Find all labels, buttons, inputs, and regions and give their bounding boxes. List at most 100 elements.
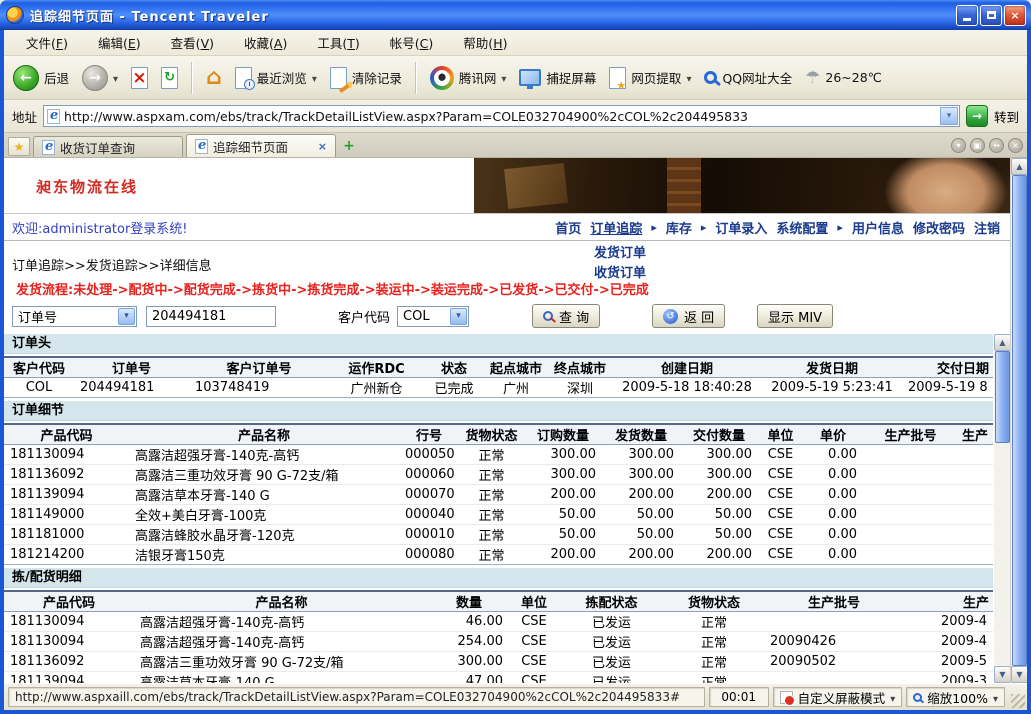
query-button[interactable]: 查 询 <box>532 304 600 328</box>
qq-portal-button[interactable]: 腾讯网 <box>427 64 510 92</box>
qq-sites-button[interactable]: QQ网址大全 <box>701 66 795 89</box>
refresh-button[interactable] <box>158 65 181 91</box>
nav-system-config[interactable]: 系统配置 <box>776 218 828 237</box>
recent-dropdown-icon[interactable] <box>312 70 317 85</box>
column-header: 货物状态 <box>664 591 764 612</box>
close-button[interactable]: × <box>1004 5 1026 26</box>
return-label: 返 回 <box>684 307 714 326</box>
forward-button[interactable] <box>79 63 121 93</box>
home-button[interactable] <box>203 65 225 91</box>
cell: 200.00 <box>680 545 758 565</box>
menu-edit[interactable]: 编辑(E) <box>84 30 155 55</box>
scroll-up-icon[interactable] <box>1011 158 1027 175</box>
cell <box>958 485 993 505</box>
go-button[interactable] <box>966 105 988 127</box>
menu-help[interactable]: 帮助(H) <box>449 30 521 55</box>
extract-dropdown-icon[interactable] <box>686 70 691 85</box>
tab-receive-order-query[interactable]: 收货订单查询 <box>33 136 183 157</box>
select-arrow-icon[interactable] <box>450 308 467 325</box>
stop-button[interactable] <box>128 65 151 91</box>
block-mode-control[interactable]: 自定义屏蔽模式 <box>773 687 903 707</box>
qq-portal-dropdown-icon[interactable] <box>501 70 506 85</box>
minimize-button[interactable] <box>956 5 978 26</box>
submenu-outbound-orders[interactable]: 发货订单 <box>594 242 646 261</box>
submenu-inbound-orders[interactable]: 收货订单 <box>594 262 646 281</box>
order-head-title: 订单头 <box>4 334 993 354</box>
scroll-down-icon[interactable] <box>1011 666 1027 683</box>
zoom-dropdown-icon[interactable] <box>993 690 998 705</box>
nav-arrow-icon <box>837 220 843 235</box>
nav-change-password[interactable]: 修改密码 <box>913 218 965 237</box>
cell: 高露洁超强牙膏-140克-高钙 <box>129 445 399 465</box>
nav-logout[interactable]: 注销 <box>974 218 1000 237</box>
maximize-button[interactable] <box>980 5 1002 26</box>
cell: 2009-5-18 18:40:28 <box>612 378 762 398</box>
home-icon <box>206 67 222 89</box>
show-miv-button[interactable]: 显示 MIV <box>757 304 833 328</box>
table-row: 181149000全效+美白牙膏-100克000040正常50.0050.005… <box>4 505 993 525</box>
weather-widget[interactable]: 26~28℃ <box>802 66 885 90</box>
order-number-input[interactable] <box>146 306 276 327</box>
extract-page-button[interactable]: 网页提取 <box>606 65 694 91</box>
menu-account[interactable]: 帐号(C) <box>376 30 448 55</box>
address-url[interactable]: http://www.aspxam.com/ebs/track/TrackDet… <box>64 109 959 124</box>
tab-track-detail[interactable]: 追踪细节页面 × <box>186 134 336 157</box>
qq-penguin-icon <box>430 66 454 90</box>
tab-switch-icon[interactable]: ↔ <box>989 138 1004 153</box>
nav-order-entry[interactable]: 订单录入 <box>715 218 767 237</box>
cell: CSE <box>758 525 803 545</box>
column-header: 发货日期 <box>762 357 902 378</box>
nav-home[interactable]: 首页 <box>555 218 581 237</box>
capture-screen-button[interactable]: 捕捉屏幕 <box>516 66 599 89</box>
column-header: 订购数量 <box>524 424 602 445</box>
menu-view[interactable]: 查看(V) <box>157 30 228 55</box>
tab-close-all-icon[interactable]: × <box>1008 138 1023 153</box>
menu-favorites[interactable]: 收藏(A) <box>230 30 301 55</box>
scrollbar-thumb[interactable] <box>1012 175 1027 666</box>
column-header: 起点城市 <box>484 357 548 378</box>
nav-order-tracking[interactable]: 订单追踪 <box>590 218 642 237</box>
tab-restore-icon[interactable]: ▣ <box>970 138 985 153</box>
tab-list-icon[interactable]: ▾ <box>951 138 966 153</box>
recent-browsing-button[interactable]: 最近浏览 <box>232 65 320 91</box>
clear-history-button[interactable]: 清除记录 <box>327 65 405 91</box>
column-header: 交付数量 <box>680 424 758 445</box>
nav-user-info[interactable]: 用户信息 <box>852 218 904 237</box>
cell <box>958 545 993 565</box>
new-tab-button[interactable]: + <box>339 137 359 155</box>
back-button[interactable]: 后退 <box>10 63 72 93</box>
scroll-up-icon[interactable] <box>994 334 1011 351</box>
cell: 已发运 <box>559 632 664 652</box>
zoom-control[interactable]: 缩放100% <box>906 687 1005 707</box>
scroll-down-icon[interactable] <box>994 666 1011 683</box>
column-header: 单价 <box>803 424 863 445</box>
block-mode-dropdown-icon[interactable] <box>890 690 895 705</box>
menu-file[interactable]: 文件(F) <box>12 30 82 55</box>
page-scrollbar[interactable] <box>1010 158 1027 683</box>
scrollbar-thumb[interactable] <box>995 351 1010 443</box>
forward-dropdown-icon[interactable] <box>113 70 118 85</box>
page-viewport: 昶东物流在线 欢迎:administrator登录系统! 首页 订单追踪 库存 <box>4 158 1027 683</box>
order-field-select[interactable]: 订单号 <box>12 306 137 327</box>
table-row: 181130094高露洁超强牙膏-140克-高钙254.00CSE已发运正常20… <box>4 632 993 652</box>
cell: CSE <box>758 545 803 565</box>
cell: 181214200 <box>4 545 129 565</box>
nav-inventory[interactable]: 库存 <box>666 218 692 237</box>
column-header: 单位 <box>758 424 803 445</box>
menu-tools[interactable]: 工具(T) <box>303 30 373 55</box>
tab-close-icon[interactable]: × <box>318 140 327 153</box>
block-mode-label: 自定义屏蔽模式 <box>798 688 886 707</box>
address-dropdown-icon[interactable] <box>940 107 958 125</box>
customer-code-select[interactable]: COL <box>397 306 469 327</box>
resize-grip[interactable] <box>1011 694 1025 708</box>
clear-history-icon <box>330 67 347 89</box>
return-button[interactable]: 返 回 <box>652 304 725 328</box>
address-field[interactable]: http://www.aspxam.com/ebs/track/TrackDet… <box>43 105 960 127</box>
cell: 正常 <box>664 632 764 652</box>
select-arrow-icon[interactable] <box>118 308 135 325</box>
cell: 2009-5-19 8 <box>902 378 993 398</box>
inner-scrollbar[interactable] <box>993 334 1010 683</box>
back-label: 后退 <box>44 68 69 87</box>
favorites-star-icon[interactable] <box>8 137 30 156</box>
tab-page-icon <box>42 140 55 155</box>
